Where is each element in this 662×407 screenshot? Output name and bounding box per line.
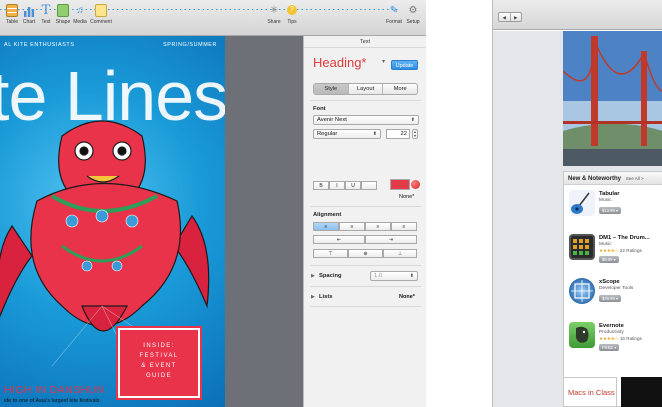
- bold-button[interactable]: B: [313, 181, 329, 190]
- disclosure-triangle-icon[interactable]: ▶: [311, 294, 315, 300]
- gear-icon: ⚙: [408, 5, 418, 16]
- italic-button[interactable]: I: [329, 181, 345, 190]
- back-forward-buttons: ◀ ▶: [498, 12, 522, 22]
- valign-top-button[interactable]: ⊤: [313, 249, 348, 258]
- drum-machine-icon: [569, 234, 595, 260]
- price-button[interactable]: $29.99 ▾: [599, 295, 622, 302]
- price-button[interactable]: $13.99 ▾: [599, 207, 622, 214]
- app-item-tabular[interactable]: Tabular Music $13.99 ▾: [564, 186, 662, 230]
- toolbar-media-button[interactable]: ♫ Media: [69, 4, 91, 26]
- chevron-down-icon: ⬍: [409, 273, 414, 279]
- document-canvas[interactable]: AL KITE ENTHUSIASTS SPRING/SUMMER te Lin…: [0, 36, 225, 407]
- pages-window: Table Chart T Text Shape ♫ Media Comment…: [0, 0, 426, 407]
- spacing-section-label[interactable]: Spacing: [319, 273, 342, 279]
- rating-stars: ★★★★☆: [599, 336, 619, 341]
- canvas-gutter: [225, 36, 303, 407]
- divider: [310, 100, 421, 101]
- font-size-stepper[interactable]: ▴ ▾: [412, 129, 418, 139]
- cover-badge: INSIDE: FESTIVAL & EVENT GUIDE: [116, 326, 202, 400]
- spacing-select[interactable]: 1.0 ⬍: [370, 271, 418, 281]
- shape-icon: [57, 4, 69, 17]
- app-store-window: ◀ ▶ New & Noteworthy See All > Tabular M…: [492, 0, 662, 407]
- see-all-link[interactable]: See All >: [626, 176, 644, 181]
- paragraph-style-selector[interactable]: Heading* ▾ Update: [304, 48, 426, 74]
- update-style-button[interactable]: Update: [391, 60, 418, 70]
- chevron-down-icon: ⬍: [410, 117, 415, 123]
- inspector-tabs: Style Layout More: [313, 83, 418, 95]
- pages-toolbar: Table Chart T Text Shape ♫ Media Comment…: [0, 0, 426, 36]
- text-color-swatch[interactable]: [390, 179, 410, 190]
- format-brush-icon: ✎: [389, 5, 399, 16]
- alignment-section-label: Alignment: [313, 212, 342, 218]
- cover-header-left: AL KITE ENTHUSIASTS: [4, 42, 75, 48]
- app-item-dm1[interactable]: DM1 – The Drum... Music ★★★★☆ 22 Ratings…: [564, 230, 662, 274]
- promo-image[interactable]: [621, 377, 662, 407]
- price-button[interactable]: FREE ▾: [599, 344, 620, 351]
- cover-story-title[interactable]: HIGH IN DANSHUN: [4, 384, 105, 396]
- rating-stars: ★★★★☆: [599, 248, 619, 253]
- cover-header-right: SPRING/SUMMER: [163, 42, 217, 48]
- back-button[interactable]: ◀: [499, 13, 511, 21]
- valign-middle-button[interactable]: ⊕: [348, 249, 383, 258]
- toolbar-comment-button[interactable]: Comment: [90, 4, 112, 26]
- chevron-down-icon: ⬍: [372, 131, 377, 137]
- divider: [310, 306, 421, 307]
- lists-section-label[interactable]: Lists: [319, 294, 333, 300]
- paragraph-style-name[interactable]: Heading*: [313, 55, 367, 70]
- chart-icon: [23, 4, 35, 17]
- decrease-indent-button[interactable]: ⇤: [313, 235, 365, 244]
- screenshot: Table Chart T Text Shape ♫ Media Comment…: [0, 0, 662, 407]
- xscope-icon: [569, 278, 595, 304]
- evernote-elephant-icon: [569, 322, 595, 348]
- align-left-button[interactable]: ≡: [313, 222, 339, 231]
- tab-style[interactable]: Style: [314, 84, 349, 94]
- increase-indent-button[interactable]: ⇥: [365, 235, 417, 244]
- divider: [310, 286, 421, 287]
- font-size-field[interactable]: 22: [386, 129, 410, 139]
- featured-banner-image[interactable]: [563, 31, 662, 166]
- macs-in-class-banner[interactable]: Macs in Class: [563, 377, 617, 407]
- underline-button[interactable]: U: [345, 181, 361, 190]
- toolbar-setup-button[interactable]: ⚙ Setup: [402, 4, 424, 26]
- cover-story-subtitle[interactable]: ide to one of Asia's largest kite festiv…: [4, 398, 101, 404]
- table-icon: [6, 4, 18, 17]
- share-icon: ✳: [269, 5, 279, 16]
- inspector-title: Text: [304, 36, 426, 48]
- new-noteworthy-panel: New & Noteworthy See All > Tabular Music…: [563, 171, 662, 407]
- tab-more[interactable]: More: [383, 84, 417, 94]
- color-picker-icon[interactable]: [411, 180, 420, 189]
- guitar-icon: [569, 190, 595, 216]
- align-justify-button[interactable]: ≡: [391, 222, 417, 231]
- tips-icon: ?: [287, 5, 297, 15]
- tab-layout[interactable]: Layout: [349, 84, 384, 94]
- divider: [310, 265, 421, 266]
- lists-value[interactable]: None*: [399, 294, 415, 300]
- price-button[interactable]: $9.99 ▾: [599, 256, 619, 263]
- toolbar-tips-button[interactable]: ? Tips: [281, 4, 303, 26]
- divider: [310, 206, 421, 207]
- panel-header: New & Noteworthy See All >: [564, 172, 662, 185]
- kite-illustration: [0, 120, 210, 366]
- app-store-toolbar: ◀ ▶: [493, 0, 662, 30]
- media-icon: ♫: [76, 5, 84, 16]
- chevron-down-icon[interactable]: ▾: [382, 58, 385, 65]
- align-right-button[interactable]: ≡: [365, 222, 391, 231]
- font-section-label: Font: [313, 106, 326, 112]
- align-center-button[interactable]: ≡: [339, 222, 365, 231]
- character-style-value[interactable]: None*: [399, 194, 414, 200]
- app-item-xscope[interactable]: xScope Developer Tools $29.99 ▾: [564, 274, 662, 318]
- font-family-select[interactable]: Avenir Next ⬍: [313, 115, 419, 125]
- disclosure-triangle-icon[interactable]: ▶: [311, 273, 315, 279]
- comment-icon: [95, 4, 107, 17]
- typeface-select[interactable]: Regular ⬍: [313, 129, 381, 139]
- strikethrough-button[interactable]: [361, 181, 377, 190]
- text-icon: T: [41, 3, 51, 18]
- section-title: New & Noteworthy: [568, 176, 622, 182]
- forward-button[interactable]: ▶: [511, 13, 522, 21]
- app-item-evernote[interactable]: Evernote Productivity ★★★★☆ 16 Ratings F…: [564, 318, 662, 362]
- valign-bottom-button[interactable]: ⊥: [383, 249, 417, 258]
- app-store-content: New & Noteworthy See All > Tabular Music…: [493, 31, 662, 407]
- format-inspector: Text Heading* ▾ Update Style Layout More…: [303, 36, 426, 407]
